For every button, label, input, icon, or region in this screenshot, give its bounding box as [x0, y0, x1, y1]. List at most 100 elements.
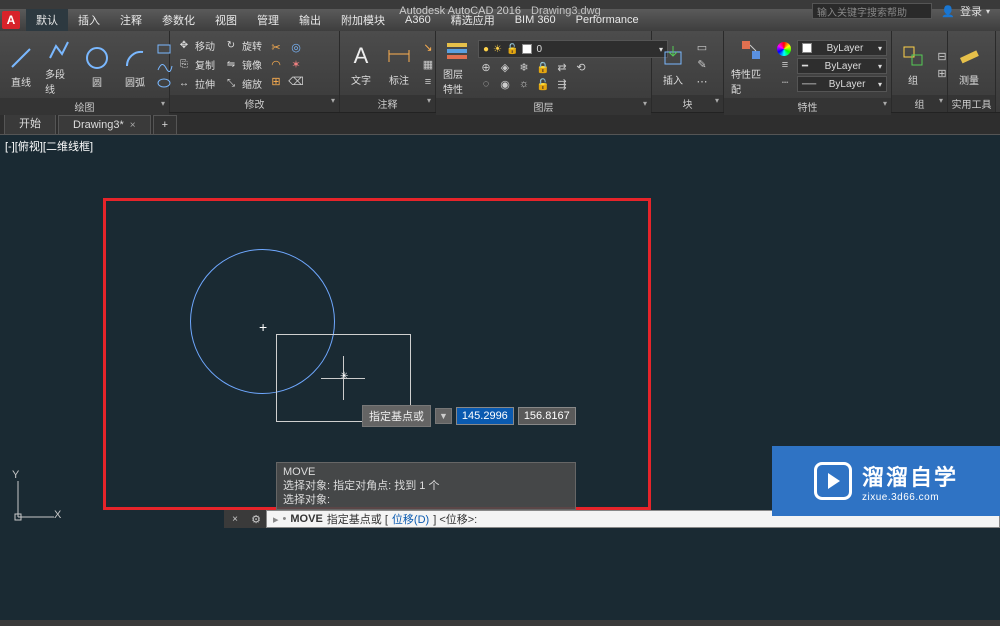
polyline-button[interactable]: 多段线 [42, 34, 76, 98]
copy-icon: ⎘ [176, 57, 192, 73]
panel-properties: 特性匹配 ≡ ┄ ByLayer▾ ━ByLayer▾ ──ByLayer▾ 特… [724, 31, 892, 112]
panel-modify: ✥移动 ⎘复制 ↔拉伸 ↻旋转 ⇋镜像 ⤡缩放 ✂ ◠ ⊞ ◎ ✶ ⌫ 修改▾ [170, 31, 340, 112]
user-icon: 👤 [940, 3, 956, 19]
erase-icon[interactable]: ⌫ [288, 74, 304, 90]
line-icon [7, 44, 35, 72]
sun-icon: ☀ [493, 44, 502, 55]
rotate-button[interactable]: ↻旋转 [221, 37, 264, 55]
move-button[interactable]: ✥移动 [174, 37, 217, 55]
mirror-icon: ⇋ [223, 57, 239, 73]
linetype-icon[interactable]: ┄ [777, 74, 793, 90]
tooltip-prompt: 指定基点或 [362, 405, 431, 427]
cmdline-handle[interactable]: × [224, 510, 246, 528]
create-block-icon[interactable]: ▭ [694, 40, 710, 56]
panel-draw: 直线 多段线 圆 圆弧 绘图▾ [0, 31, 170, 112]
trim-icon[interactable]: ✂ [268, 40, 284, 56]
layer-properties-button[interactable]: 图层特性 [440, 34, 474, 98]
lineweight-icon[interactable]: ≡ [777, 57, 793, 73]
app-logo[interactable]: A [2, 11, 20, 29]
stretch-button[interactable]: ↔拉伸 [174, 75, 217, 93]
block-insert-button[interactable]: 插入 [656, 40, 690, 89]
array-icon[interactable]: ⊞ [268, 74, 284, 90]
dynamic-input-tooltip: 指定基点或 ▼ 145.2996 156.8167 [362, 405, 576, 427]
color-wheel-icon[interactable] [777, 42, 791, 56]
copy-button[interactable]: ⎘复制 [174, 56, 217, 74]
dimension-icon [385, 42, 413, 70]
mirror-button[interactable]: ⇋镜像 [221, 56, 264, 74]
circle-button[interactable]: 圆 [80, 42, 114, 91]
layer-thaw-icon[interactable]: ☼ [516, 76, 532, 92]
menu-bar: A 默认 插入 注释 参数化 视图 管理 输出 附加模块 A360 精选应用 B… [0, 9, 1000, 31]
insert-icon [659, 42, 687, 70]
panel-utilities: 测量 实用工具 [948, 31, 996, 112]
layer-unlock-icon[interactable]: 🔓 [535, 76, 551, 92]
ribbon: 直线 多段线 圆 圆弧 绘图▾ ✥移动 [0, 31, 1000, 113]
layer-prev-icon[interactable]: ⟲ [573, 59, 589, 75]
layer-lock-icon[interactable]: 🔒 [535, 59, 551, 75]
tab-output[interactable]: 输出 [289, 9, 331, 31]
tab-bim360[interactable]: BIM 360 [505, 11, 566, 29]
fillet-icon[interactable]: ◠ [268, 57, 284, 73]
help-search[interactable]: 输入关键字搜索帮助 [812, 3, 932, 19]
layer-match-icon[interactable]: ⇄ [554, 59, 570, 75]
mtext-icon[interactable]: ≡ [420, 74, 436, 90]
group-button[interactable]: 组 [896, 40, 930, 89]
tab-parametric[interactable]: 参数化 [152, 9, 205, 31]
arc-button[interactable]: 圆弧 [118, 42, 152, 91]
match-icon [737, 36, 765, 64]
tab-manage[interactable]: 管理 [247, 9, 289, 31]
tab-performance[interactable]: Performance [566, 11, 649, 29]
measure-button[interactable]: 测量 [952, 40, 986, 89]
layer-dropdown[interactable]: ● ☀ 🔓 0 ▾ [478, 40, 668, 58]
tab-drawing3[interactable]: Drawing3*× [58, 115, 151, 134]
explode-icon[interactable]: ✶ [288, 57, 304, 73]
edit-block-icon[interactable]: ✎ [694, 57, 710, 73]
leader-icon[interactable]: ↘ [420, 40, 436, 56]
ucs-icon[interactable]: X Y [10, 477, 58, 528]
polyline-icon [45, 36, 73, 64]
rotate-icon: ↻ [223, 38, 239, 54]
drawing-area[interactable]: [-][俯视][二维线框] + ✳ 指定基点或 ▼ 145.2996 156.8… [0, 135, 1000, 534]
input-y[interactable]: 156.8167 [518, 407, 576, 425]
command-history: MOVE 选择对象: 指定对角点: 找到 1 个 选择对象: [276, 462, 576, 510]
tab-a360[interactable]: A360 [395, 11, 441, 29]
tab-view[interactable]: 视图 [205, 9, 247, 31]
viewport-label[interactable]: [-][俯视][二维线框] [2, 137, 96, 155]
file-tabs: 开始 Drawing3*× + [0, 113, 1000, 135]
tab-annotate[interactable]: 注释 [110, 9, 152, 31]
linetype-combo[interactable]: ──ByLayer▾ [797, 76, 887, 92]
panel-block: 插入 ▭ ✎ ⋯ 块▾ [652, 31, 724, 112]
input-x[interactable]: 145.2996 [456, 407, 514, 425]
table-icon[interactable]: ▦ [420, 57, 436, 73]
text-icon: A [347, 42, 375, 70]
layer-off-icon[interactable]: ◌ [478, 76, 494, 92]
text-button[interactable]: A 文字 [344, 40, 378, 89]
chevron-down-icon[interactable]: ▼ [435, 408, 452, 424]
lock-icon: 🔓 [506, 44, 518, 55]
panel-layers: 图层特性 ● ☀ 🔓 0 ▾ ⊕ ◈ ❄ 🔒 ⇄ ⟲ [436, 31, 652, 112]
match-properties-button[interactable]: 特性匹配 [728, 34, 773, 98]
layer-on-icon[interactable]: ◉ [497, 76, 513, 92]
offset-icon[interactable]: ◎ [288, 40, 304, 56]
line-button[interactable]: 直线 [4, 42, 38, 91]
layer-freeze-icon[interactable]: ❄ [516, 59, 532, 75]
tab-insert[interactable]: 插入 [68, 9, 110, 31]
layer-state-icon[interactable]: ⊕ [478, 59, 494, 75]
dimension-button[interactable]: 标注 [382, 40, 416, 89]
scale-button[interactable]: ⤡缩放 [221, 75, 264, 93]
tab-home[interactable]: 默认 [26, 9, 68, 31]
lineweight-combo[interactable]: ━ByLayer▾ [797, 58, 887, 74]
tab-featured[interactable]: 精选应用 [441, 9, 505, 31]
color-combo[interactable]: ByLayer▾ [797, 40, 887, 56]
block-attr-icon[interactable]: ⋯ [694, 74, 710, 90]
close-icon[interactable]: × [130, 120, 136, 131]
layer-properties-icon [443, 36, 471, 64]
login-menu[interactable]: 👤 登录 ▾ [940, 3, 990, 19]
layer-iso-icon[interactable]: ◈ [497, 59, 513, 75]
tab-addins[interactable]: 附加模块 [331, 9, 395, 31]
pickbox: ✳ [340, 371, 348, 382]
cmdline-customize[interactable]: ⚙ [246, 510, 266, 528]
chevron-right-icon: ▸ [273, 513, 279, 526]
layer-walk-icon[interactable]: ⇶ [554, 76, 570, 92]
tab-new[interactable]: + [153, 115, 177, 134]
